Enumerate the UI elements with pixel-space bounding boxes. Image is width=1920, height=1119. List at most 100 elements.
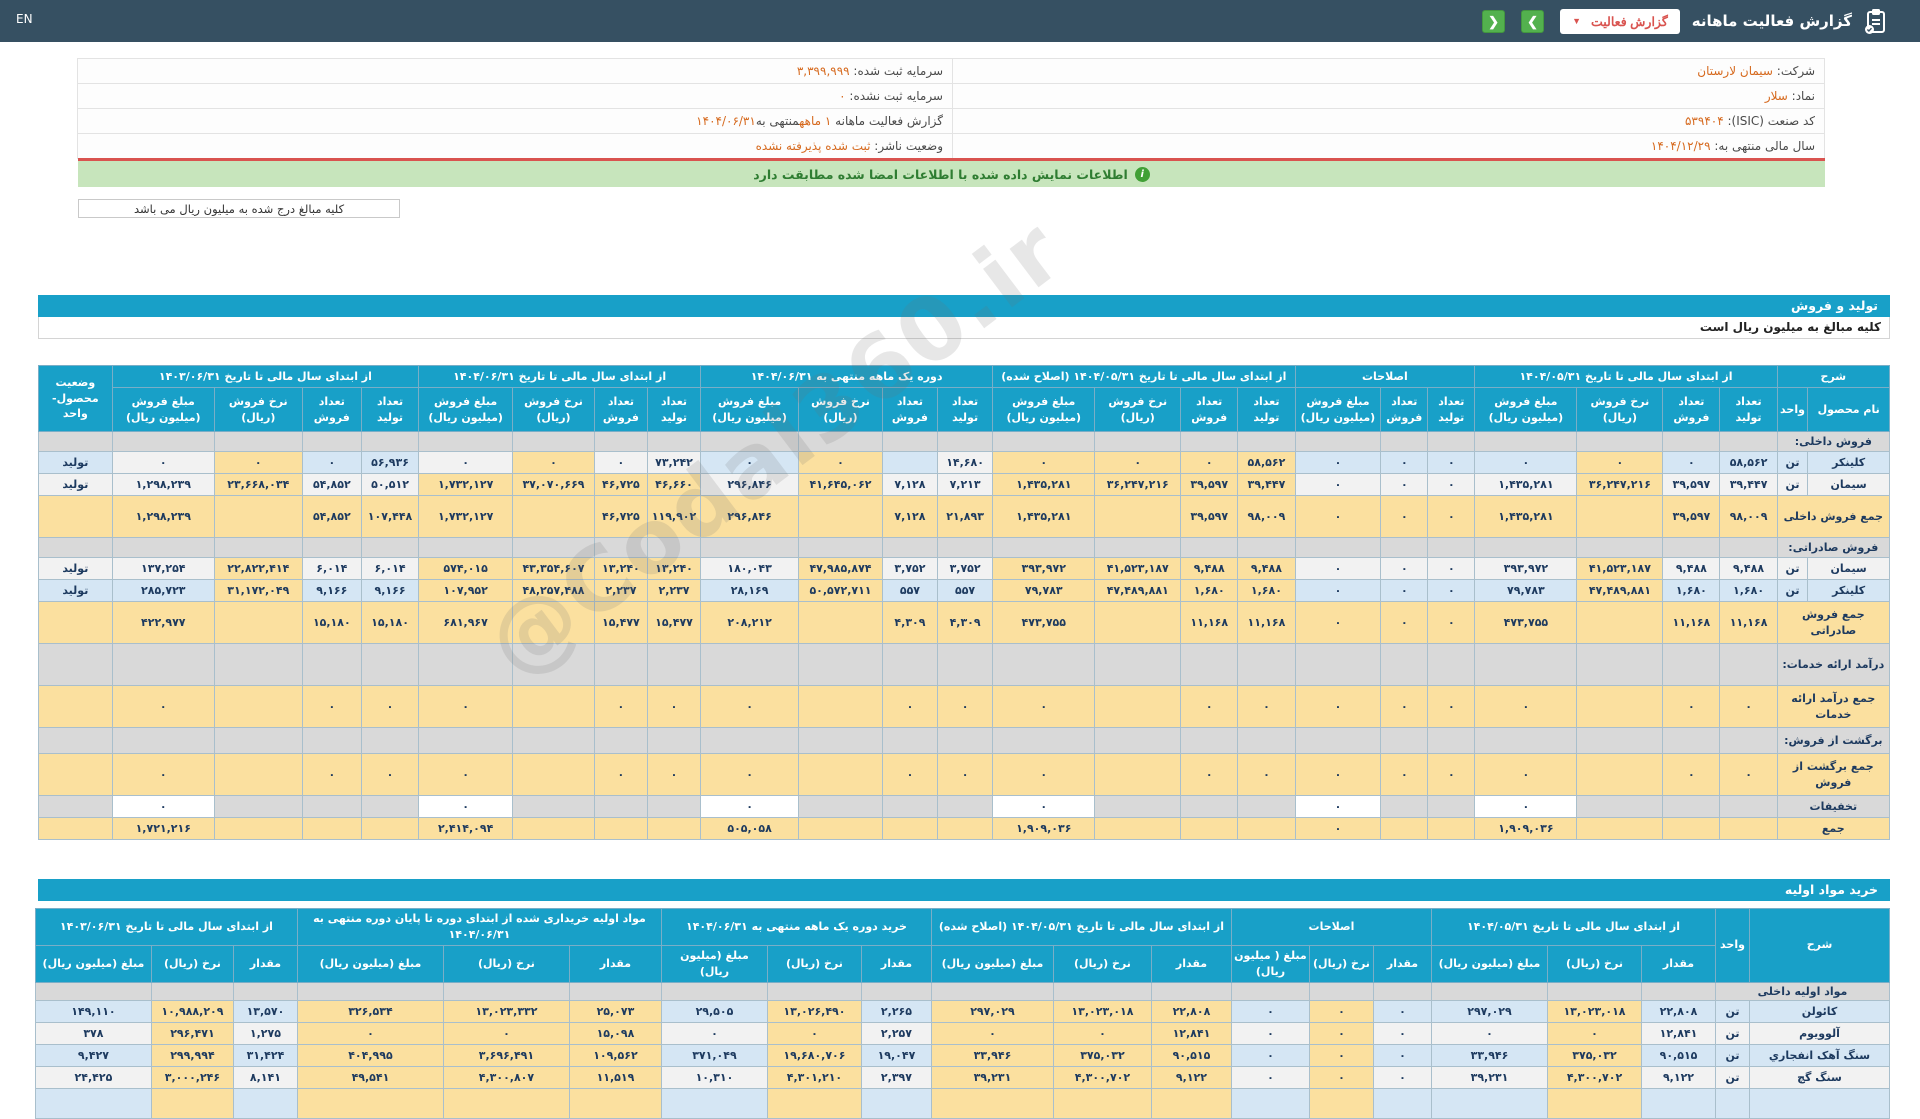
- section-label-cell: درآمد ارائه خدمات:: [1777, 644, 1889, 686]
- cell: [151, 982, 233, 1000]
- cell: [233, 982, 297, 1000]
- table-row: کلینکرتن۱,۶۸۰۱,۶۸۰۴۷,۴۸۹,۸۸۱۷۹,۷۸۳۰۰۰۱,۶…: [39, 580, 1890, 602]
- cell: ۳۱,۴۲۴: [233, 1045, 297, 1067]
- cell: [1663, 728, 1720, 754]
- table-row: کلینکرتن۵۸,۵۶۲۰۰۰۰۰۰۵۸,۵۶۲۰۰۰۱۴,۶۸۰۰۰۷۳,…: [39, 452, 1890, 474]
- column-header: تعداد فروش: [594, 388, 647, 432]
- cell: ۲,۲۶۵: [861, 1001, 931, 1023]
- cell: [1295, 728, 1381, 754]
- cell: ۱۳,۰۲۳,۰۱۸: [1053, 1001, 1151, 1023]
- cell: ۹,۴۸۸: [1181, 558, 1238, 580]
- cell: [1577, 818, 1663, 840]
- cell: ۳,۶۹۶,۴۹۱: [443, 1045, 569, 1067]
- cell: [1238, 432, 1295, 452]
- cell: ۰: [1295, 796, 1381, 818]
- cell: [419, 538, 513, 558]
- column-header: نرخ فروش (ریال): [1577, 388, 1663, 432]
- cell: ۲۳,۶۶۸,۰۳۴: [214, 474, 302, 496]
- cell: ۰: [1238, 686, 1295, 728]
- cell: ۰: [1428, 686, 1475, 728]
- cell: ۲۱,۸۹۳: [938, 496, 993, 538]
- period-group-header: مواد اولیه خریداری شده از ابتدای دوره تا…: [297, 909, 661, 946]
- total-row: جمع درآمد ارائه خدمات۰۰۰۰۰۰۰۰۰۰۰۰۰۰۰۰۰۰: [39, 686, 1890, 728]
- cell: [1095, 538, 1181, 558]
- info-cell-left: سرمایه ثبت شده: ۳,۳۹۹,۹۹۹: [78, 59, 953, 84]
- unit-cell: تن: [1716, 1067, 1750, 1089]
- cell: ۲۲,۸۰۸: [1151, 1001, 1231, 1023]
- cell: [1475, 432, 1577, 452]
- cell: [1577, 796, 1663, 818]
- cell: ۱,۴۳۵,۲۸۱: [993, 474, 1095, 496]
- cell: [39, 796, 113, 818]
- cell: ۱۰۷,۹۵۲: [419, 580, 513, 602]
- cell: [1381, 538, 1428, 558]
- cell: [513, 686, 595, 728]
- cell: ۰: [1295, 602, 1381, 644]
- cell: [39, 432, 113, 452]
- cell: ۰: [1309, 1045, 1373, 1067]
- cell: [39, 818, 113, 840]
- next-report-button[interactable]: ❯: [1521, 10, 1544, 33]
- cell: [594, 644, 647, 686]
- product-name-cell: کائولن: [1750, 1001, 1890, 1023]
- cell: [302, 818, 361, 840]
- cell: ۰: [594, 452, 647, 474]
- report-content: تولید و فروش کلیه مبالغ به میلیون ریال ا…: [38, 295, 1890, 1119]
- total-label-cell: جمع فروش صادراتی: [1777, 602, 1889, 644]
- cell: [1381, 728, 1428, 754]
- column-header: نرخ (ریال): [1548, 945, 1642, 982]
- desc-group-header: شرح: [1750, 909, 1890, 983]
- cell: [1238, 538, 1295, 558]
- column-header: نرخ (ریال): [1053, 945, 1151, 982]
- language-switch-en[interactable]: EN: [16, 12, 33, 26]
- info-cell-left: گزارش فعالیت ماهانه ۱ ماههمنتهی به۱۴۰۴/۰…: [78, 109, 953, 134]
- total-label-cell: جمع درآمد ارائه خدمات: [1777, 686, 1889, 728]
- report-type-dropdown[interactable]: گزارش فعالیت ▼: [1560, 9, 1680, 34]
- cell: ۰: [1381, 602, 1428, 644]
- cell: [419, 432, 513, 452]
- cell: ۰: [1309, 1067, 1373, 1089]
- cell: [1238, 728, 1295, 754]
- amounts-unit-note-box: کلیه مبالغ درج شده به میلیون ریال می باش…: [78, 199, 400, 218]
- cell: ۰: [1295, 474, 1381, 496]
- cell: [1053, 1089, 1151, 1119]
- cell: [1642, 982, 1716, 1000]
- info-cell-right: کد صنعت (ISIC): ۵۳۹۴۰۴: [953, 109, 1825, 134]
- cell: ۱۳,۵۷۰: [233, 1001, 297, 1023]
- cell: ۳۷۵,۰۳۲: [1548, 1045, 1642, 1067]
- info-label: کد صنعت (ISIC):: [1724, 114, 1815, 128]
- cell: ۱۴۹,۱۱۰: [35, 1001, 151, 1023]
- cell: [1238, 644, 1295, 686]
- section-row: مواد اولیه داخلی: [35, 982, 1889, 1000]
- cell: ۳,۷۵۲: [882, 558, 937, 580]
- column-header: مبلغ فروش (میلیون ریال): [1295, 388, 1381, 432]
- cell: ۹,۴۲۷: [35, 1045, 151, 1067]
- cell: ۵۸,۵۶۲: [1238, 452, 1295, 474]
- cell: [1181, 796, 1238, 818]
- cell: ۱۳۷,۲۵۴: [112, 558, 214, 580]
- info-row: کد صنعت (ISIC): ۵۳۹۴۰۴گزارش فعالیت ماهان…: [78, 109, 1825, 134]
- cell: [1095, 432, 1181, 452]
- cell: [1720, 796, 1777, 818]
- cell: [1428, 432, 1475, 452]
- cell: [799, 686, 883, 728]
- total-row: جمع فروش صادراتی۱۱,۱۶۸۱۱,۱۶۸۴۷۳,۷۵۵۰۰۰۱۱…: [39, 602, 1890, 644]
- cell: ۰: [1295, 558, 1381, 580]
- info-cell-left: سرمایه ثبت نشده: ۰: [78, 84, 953, 109]
- cell: [882, 796, 937, 818]
- cell: ۰: [1428, 496, 1475, 538]
- cell: [799, 602, 883, 644]
- cell: [513, 432, 595, 452]
- previous-report-button[interactable]: ❮: [1482, 10, 1505, 33]
- cell: ۳۱,۱۷۲,۰۴۹: [214, 580, 302, 602]
- cell: ۳۹۳,۹۷۲: [993, 558, 1095, 580]
- unit-header: واحد: [1716, 909, 1750, 983]
- cell: ۱۲,۸۴۱: [1642, 1023, 1716, 1045]
- cell: [799, 796, 883, 818]
- cell: [1095, 728, 1181, 754]
- cell: [1577, 686, 1663, 728]
- cell: ۲۹,۵۰۵: [661, 1001, 767, 1023]
- column-header: مبلغ (میلیون ریال): [35, 945, 151, 982]
- product-name-cell: کلینکر: [1808, 452, 1890, 474]
- cell: ۲۴,۴۲۵: [35, 1067, 151, 1089]
